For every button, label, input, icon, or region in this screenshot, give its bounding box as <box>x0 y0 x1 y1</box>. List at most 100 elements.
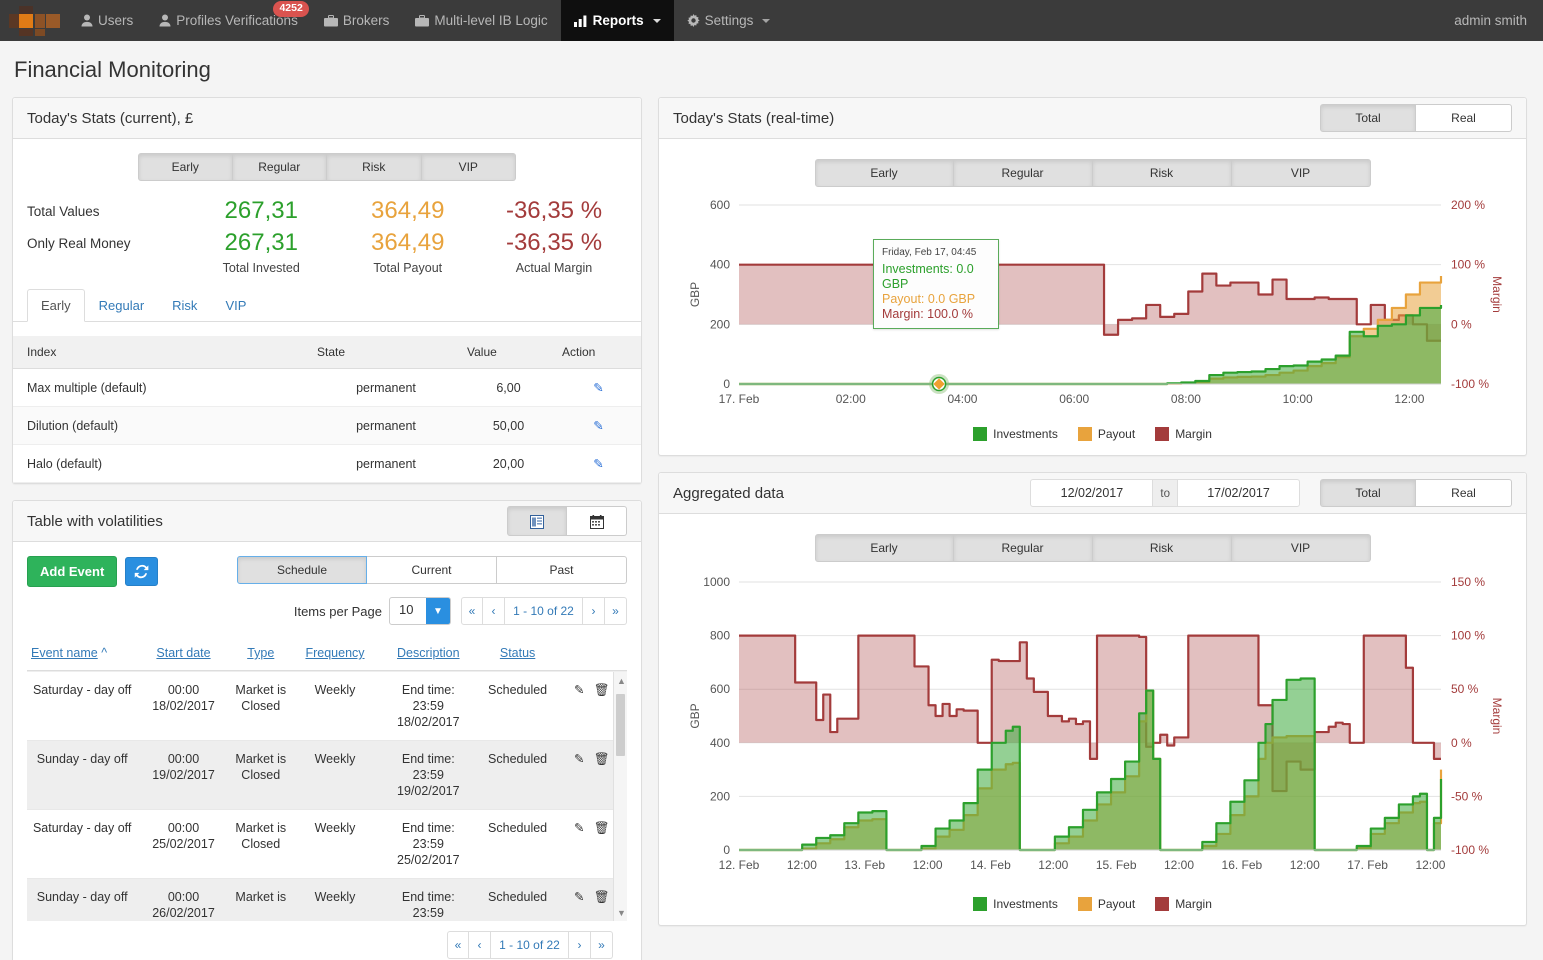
segment-risk[interactable]: Risk <box>1092 534 1232 562</box>
scroll-up-icon[interactable]: ▲ <box>617 676 626 686</box>
legend-margin[interactable]: Margin <box>1155 897 1212 911</box>
stats-table: Total Values 267,31 364,49 -36,35 % Only… <box>27 195 627 277</box>
edit-index-button[interactable]: ✎ <box>556 444 641 483</box>
page-last-button[interactable]: » <box>605 597 627 625</box>
col-label: Frequency <box>305 646 365 660</box>
segment-risk[interactable]: Risk <box>1092 159 1232 187</box>
segment-vip[interactable]: VIP <box>1231 534 1371 562</box>
event-status: Scheduled <box>478 878 557 921</box>
segment-early[interactable]: Early <box>814 159 954 187</box>
tab-risk[interactable]: Risk <box>158 289 211 322</box>
toggle-real[interactable]: Real <box>1416 104 1512 132</box>
page-next-button[interactable]: › <box>583 597 605 625</box>
event-status: Scheduled <box>478 672 557 741</box>
segment-regular[interactable]: Regular <box>953 159 1093 187</box>
items-per-page-row: Items per Page 10 ▼ « ‹ 1 - 10 of 22 › » <box>27 597 627 625</box>
date-from-input[interactable]: 12/02/2017 <box>1030 479 1154 507</box>
nav-item-settings[interactable]: Settings <box>674 0 784 41</box>
trash-icon[interactable]: 🗑 <box>594 890 610 904</box>
nav-item-reports[interactable]: Reports <box>560 0 674 41</box>
legend-investments[interactable]: Investments <box>973 427 1058 441</box>
page-first-button[interactable]: « <box>447 931 469 959</box>
nav-item-profiles-verifications[interactable]: Profiles Verifications 4252 <box>146 0 311 41</box>
add-event-button[interactable]: Add Event <box>27 556 118 587</box>
page-next-button[interactable]: › <box>569 931 591 959</box>
page-first-button[interactable]: « <box>461 597 483 625</box>
toggle-real[interactable]: Real <box>1416 479 1512 507</box>
col-frequency[interactable]: Frequency <box>291 637 379 671</box>
edit-index-button[interactable]: ✎ <box>556 406 641 445</box>
tab-current[interactable]: Current <box>367 556 497 584</box>
page-prev-button[interactable]: ‹ <box>469 931 491 959</box>
col-type[interactable]: Type <box>229 637 292 671</box>
page-title: Financial Monitoring <box>14 57 211 82</box>
toggle-total[interactable]: Total <box>1320 479 1416 507</box>
table-row: Halo (default) permanent 20,00 ✎ <box>13 444 641 483</box>
svg-text:12:00: 12:00 <box>1394 392 1424 406</box>
pencil-icon[interactable]: ✎ <box>593 419 603 433</box>
tab-past[interactable]: Past <box>497 556 627 584</box>
nav-item-brokers[interactable]: Brokers <box>311 0 403 41</box>
pencil-icon[interactable]: ✎ <box>574 821 584 835</box>
date-range: 12/02/2017 to 17/02/2017 <box>1030 479 1300 507</box>
page-prev-button[interactable]: ‹ <box>483 597 505 625</box>
segment-vip[interactable]: VIP <box>1231 159 1371 187</box>
edit-index-button[interactable]: ✎ <box>556 368 641 407</box>
col-start-date[interactable]: Start date <box>137 637 230 671</box>
nav-item-multi-level-ib-logic[interactable]: Multi-level IB Logic <box>402 0 560 41</box>
aggregated-chart[interactable]: 0 200 400 600 800 1000 -100 % -50 % 0 % 50 % 100 %… <box>673 568 1512 893</box>
tab-vip[interactable]: VIP <box>211 289 260 322</box>
nav-label: Multi-level IB Logic <box>434 13 548 28</box>
svg-text:200: 200 <box>710 789 730 803</box>
schedule-scroll-area[interactable]: Saturday - day off 00:00 18/02/2017 Mark… <box>27 671 627 921</box>
segment-vip[interactable]: VIP <box>421 153 516 181</box>
realtime-segment-group: Early Regular Risk VIP <box>814 159 1371 187</box>
date-to-input[interactable]: 17/02/2017 <box>1177 479 1300 507</box>
col-status[interactable]: Status <box>478 637 557 671</box>
trash-icon[interactable]: 🗑 <box>594 752 610 766</box>
realtime-chart[interactable]: 0 200 400 600 -100 % 0 % 100 % 200 % GBP Margin 17… <box>673 193 1512 423</box>
pencil-icon[interactable]: ✎ <box>574 890 584 904</box>
pencil-icon[interactable]: ✎ <box>574 683 584 697</box>
aggregated-segment-wrap: Early Regular Risk VIP <box>673 534 1512 562</box>
actual-margin-value: -36,35 % <box>505 197 603 224</box>
svg-text:02:00: 02:00 <box>836 392 866 406</box>
page-last-button[interactable]: » <box>591 931 613 959</box>
pencil-icon[interactable]: ✎ <box>593 457 603 471</box>
list-view-button[interactable] <box>507 506 567 536</box>
segment-regular[interactable]: Regular <box>232 153 327 181</box>
pencil-icon[interactable]: ✎ <box>574 752 584 766</box>
legend-payout[interactable]: Payout <box>1077 427 1135 441</box>
user-menu[interactable]: admin smith <box>1454 13 1527 28</box>
segment-early[interactable]: Early <box>138 153 233 181</box>
tab-early[interactable]: Early <box>27 289 85 322</box>
scroll-down-icon[interactable]: ▼ <box>617 908 626 918</box>
app-logo[interactable] <box>0 0 68 41</box>
tab-schedule[interactable]: Schedule <box>237 556 367 584</box>
calendar-view-button[interactable] <box>567 506 627 536</box>
stats-row: Total Values 267,31 364,49 -36,35 % <box>27 195 627 227</box>
trash-icon[interactable]: 🗑 <box>594 683 610 697</box>
legend-payout[interactable]: Payout <box>1077 897 1135 911</box>
stats-row-label: Only Real Money <box>27 235 131 251</box>
svg-text:0 %: 0 % <box>1451 317 1472 331</box>
nav-item-users[interactable]: Users <box>68 0 146 41</box>
trash-icon[interactable]: 🗑 <box>594 821 610 835</box>
col-event-name[interactable]: Event name ^ <box>27 637 138 671</box>
index-value: 50,00 <box>461 406 556 445</box>
svg-text:12:00: 12:00 <box>1290 858 1320 872</box>
col-description[interactable]: Description <box>378 637 479 671</box>
legend-margin[interactable]: Margin <box>1155 427 1212 441</box>
items-per-page-select[interactable]: 10 ▼ <box>389 597 451 625</box>
segment-risk[interactable]: Risk <box>327 153 422 181</box>
segment-early[interactable]: Early <box>814 534 954 562</box>
scrollbar-thumb[interactable] <box>616 694 625 756</box>
pencil-icon[interactable]: ✎ <box>593 381 603 395</box>
tab-regular[interactable]: Regular <box>85 289 159 322</box>
schedule-scrollbar[interactable]: ▲ ▼ <box>613 672 627 921</box>
segment-regular[interactable]: Regular <box>953 534 1093 562</box>
refresh-button[interactable] <box>125 557 159 586</box>
toggle-total[interactable]: Total <box>1320 104 1416 132</box>
panel-title: Table with volatilities <box>27 512 163 530</box>
legend-investments[interactable]: Investments <box>973 897 1058 911</box>
